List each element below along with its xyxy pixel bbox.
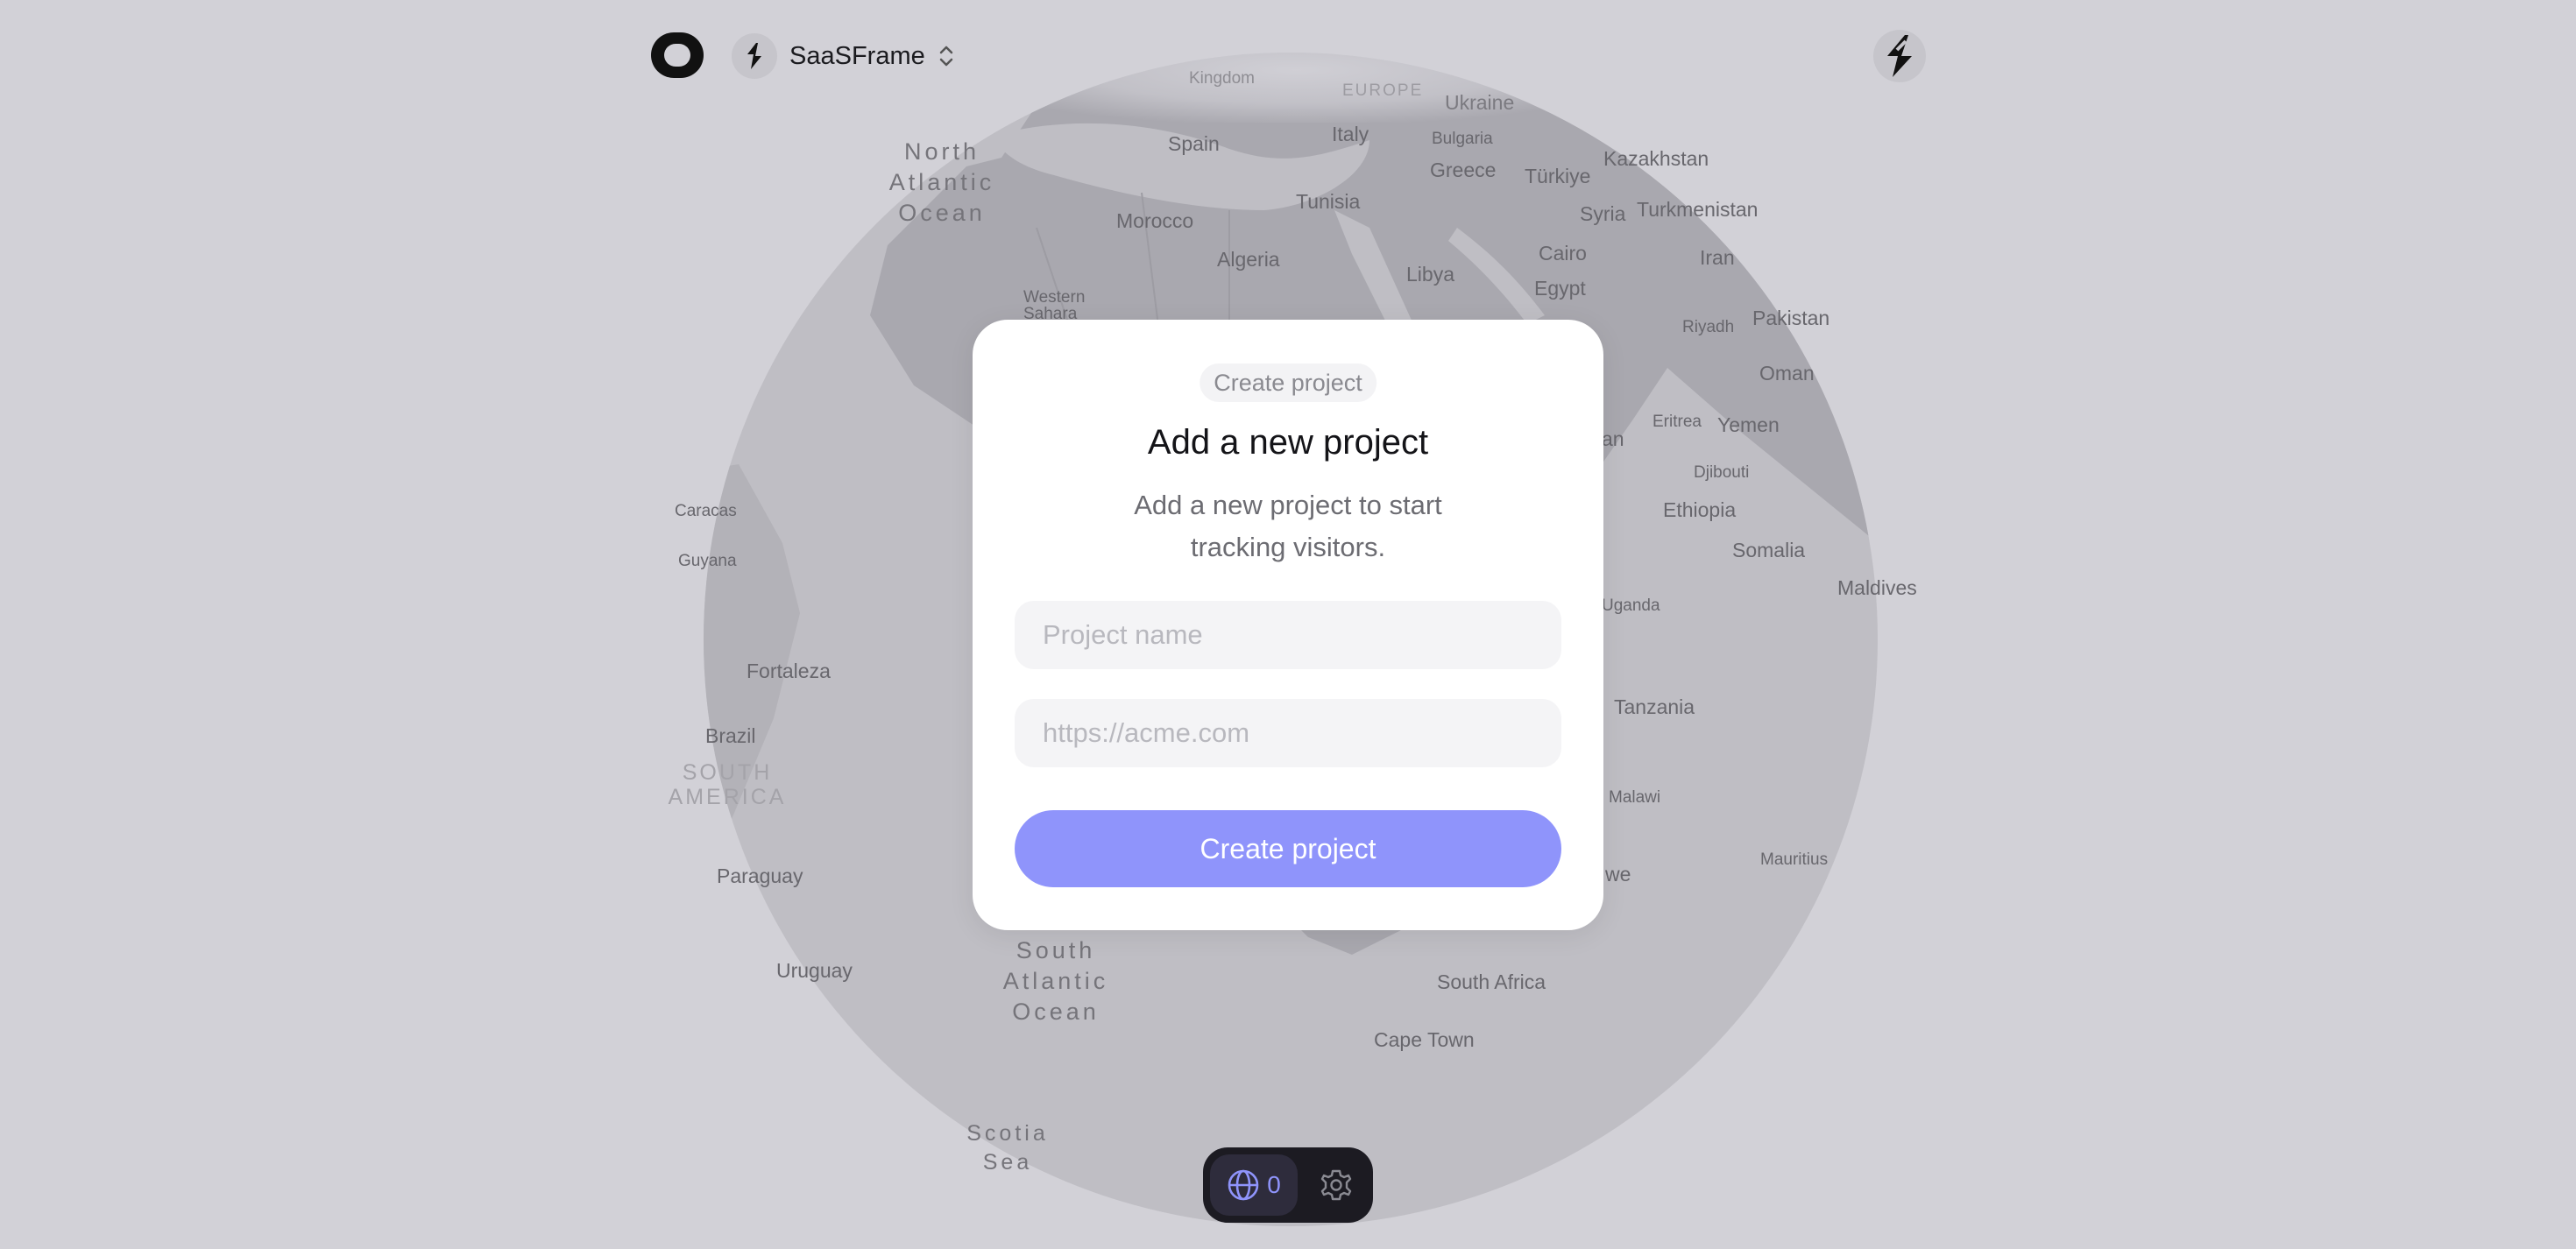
dialog-badge: Create project [1200, 363, 1376, 402]
map-label-turkmenistan: Turkmenistan [1637, 198, 1759, 221]
project-url-input[interactable] [1015, 699, 1561, 767]
create-project-dialog: Create project Add a new project Add a n… [973, 320, 1603, 930]
map-label-uruguay: Uruguay [776, 959, 853, 982]
map-label-turkiye: Türkiye [1525, 165, 1591, 187]
map-label-ethiopia: Ethiopia [1663, 498, 1737, 521]
map-label-somalia: Somalia [1732, 539, 1806, 561]
map-label-europe: EUROPE [1342, 81, 1424, 100]
app-logo[interactable] [651, 32, 704, 78]
map-label-uganda: Uganda [1602, 596, 1660, 615]
map-label-south-africa: South Africa [1437, 970, 1546, 993]
map-label-iran: Iran [1700, 246, 1735, 269]
map-label-egypt: Egypt [1534, 277, 1586, 300]
map-label-bulgaria: Bulgaria [1432, 130, 1493, 148]
map-label-south-atlantic-ocean: South Atlantic Ocean [1002, 937, 1109, 1026]
map-label-western-sahara: Western Sahara [1023, 288, 1086, 323]
project-avatar [732, 33, 777, 79]
globe-icon [1228, 1169, 1259, 1201]
project-name-input[interactable] [1015, 601, 1561, 669]
map-label-kazakhstan: Kazakhstan [1603, 147, 1709, 170]
map-label-yemen: Yemen [1717, 413, 1780, 436]
visitors-globe-button[interactable]: 0 [1210, 1154, 1298, 1216]
map-label-greece: Greece [1430, 159, 1497, 181]
map-label-caracas: Caracas [675, 502, 737, 520]
map-label-riyadh: Riyadh [1682, 318, 1735, 336]
map-label-mauritius: Mauritius [1760, 850, 1829, 869]
project-switcher[interactable]: SaaSFrame [732, 32, 955, 81]
project-name: SaaSFrame [789, 41, 925, 70]
project-logo-icon [747, 43, 761, 69]
map-label-paraguay: Paraguay [717, 864, 803, 887]
map-label-eritrea: Eritrea [1652, 413, 1702, 431]
map-label-zimbabwe-partial: we [1605, 863, 1631, 886]
bottom-dock: 0 [1203, 1147, 1373, 1223]
map-label-oman: Oman [1759, 362, 1815, 385]
map-label-sudan-partial: an [1602, 427, 1624, 450]
map-label-syria: Syria [1580, 202, 1626, 225]
visitor-count: 0 [1267, 1171, 1281, 1198]
map-label-tunisia: Tunisia [1296, 190, 1361, 213]
map-label-guyana: Guyana [678, 552, 737, 570]
map-label-algeria: Algeria [1217, 248, 1280, 271]
map-label-tanzania: Tanzania [1614, 695, 1695, 718]
dialog-description: Add a new project to start tracking visi… [1134, 490, 1442, 562]
create-project-button[interactable]: Create project [1015, 810, 1561, 887]
gear-icon [1320, 1169, 1352, 1201]
map-label-libya: Libya [1406, 263, 1454, 286]
account-logo-icon [1887, 35, 1912, 77]
map-label-fortaleza: Fortaleza [747, 660, 831, 682]
map-label-pakistan: Pakistan [1752, 307, 1830, 329]
map-label-morocco: Morocco [1116, 209, 1194, 232]
map-label-north-atlantic-ocean: North Atlantic Ocean [888, 138, 995, 227]
map-label-kingdom: Kingdom [1189, 69, 1255, 88]
map-label-south-america: SOUTH AMERICA [668, 760, 787, 809]
map-label-spain: Spain [1168, 132, 1220, 155]
map-label-cairo: Cairo [1539, 242, 1587, 265]
map-label-ukraine: Ukraine [1445, 91, 1515, 114]
map-label-italy: Italy [1332, 123, 1369, 145]
settings-button[interactable] [1308, 1154, 1364, 1216]
map-label-djibouti: Djibouti [1694, 463, 1750, 482]
map-label-scotia-sea: Scotia Sea [966, 1121, 1049, 1175]
map-label-maldives: Maldives [1837, 576, 1917, 599]
chevron-up-down-icon [938, 42, 955, 70]
map-label-brazil: Brazil [705, 724, 756, 747]
dialog-title: Add a new project [1147, 423, 1429, 462]
map-label-malawi: Malawi [1609, 788, 1661, 807]
account-avatar-button[interactable] [1873, 30, 1926, 82]
map-label-cape-town: Cape Town [1374, 1028, 1475, 1051]
